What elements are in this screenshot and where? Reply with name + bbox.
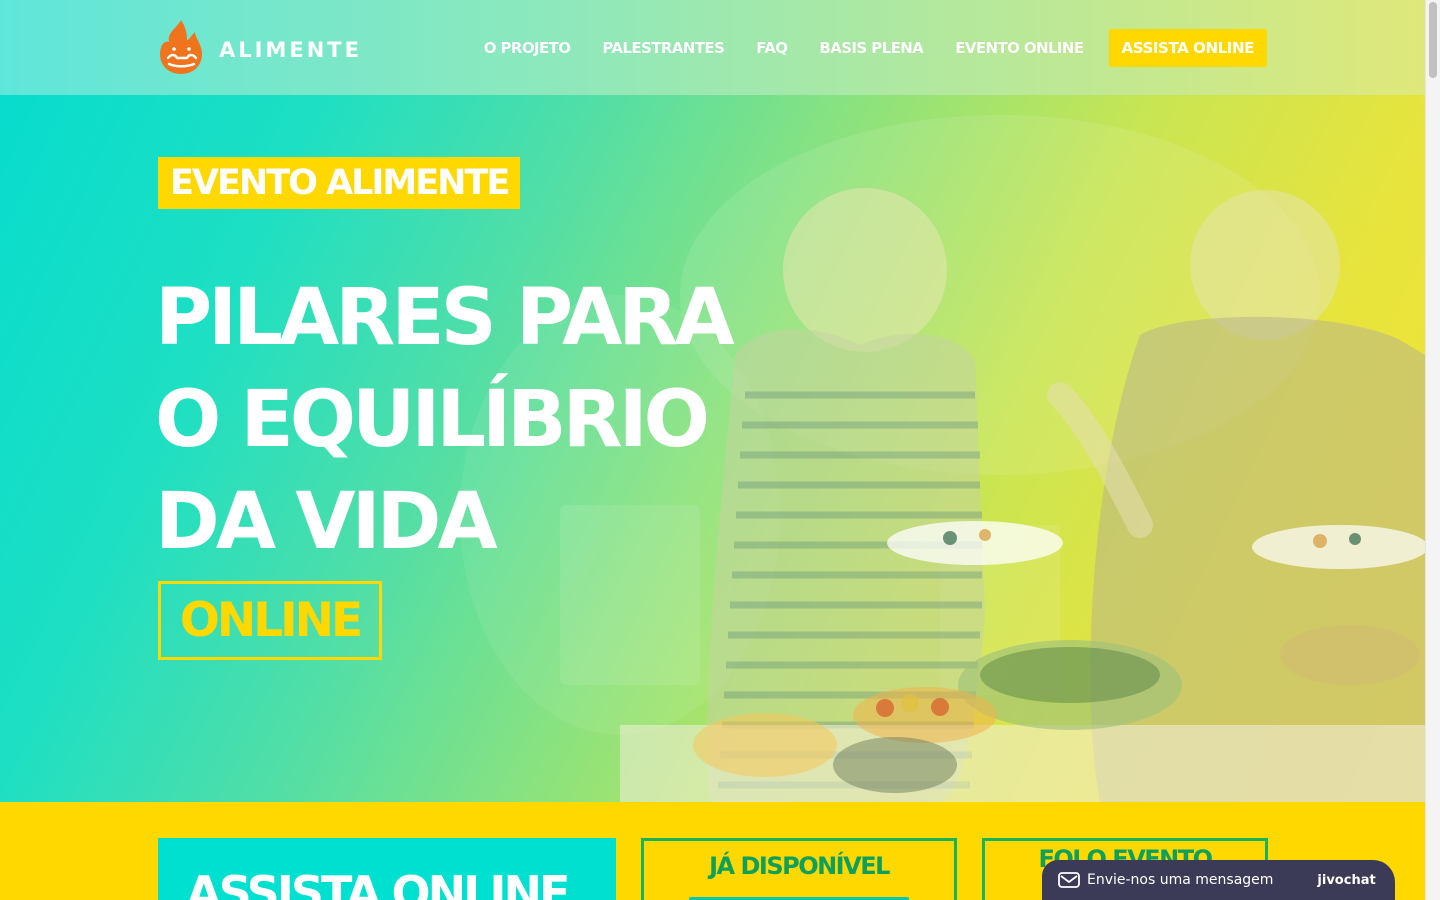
available-card-title: JÁ DISPONÍVEL bbox=[709, 852, 890, 880]
hero-title-line-1: PILARES PARA bbox=[155, 273, 735, 363]
flame-logo-icon bbox=[160, 20, 202, 74]
chat-widget[interactable]: Envie-nos uma mensagem jivochat bbox=[1042, 860, 1395, 900]
scrollbar[interactable] bbox=[1425, 0, 1440, 900]
nav-item-basis-plena[interactable]: BASIS PLENA bbox=[819, 39, 923, 57]
watch-online-card-title: ASSISTA ONLINE bbox=[186, 866, 570, 900]
site-header: ALIMENTE O PROJETO PALESTRANTES FAQ BASI… bbox=[0, 0, 1425, 95]
page: ALIMENTE O PROJETO PALESTRANTES FAQ BASI… bbox=[0, 0, 1425, 900]
hero-title-line-3: DA VIDA bbox=[155, 477, 498, 567]
assista-online-button[interactable]: ASSISTA ONLINE bbox=[1108, 29, 1267, 67]
envelope-icon bbox=[1058, 872, 1080, 888]
logo-text: ALIMENTE bbox=[219, 38, 362, 62]
main-nav: O PROJETO PALESTRANTES FAQ BASIS PLENA E… bbox=[452, 29, 1267, 67]
chat-brand: jivochat bbox=[1317, 872, 1376, 888]
online-badge: ONLINE bbox=[158, 581, 382, 660]
scrollbar-thumb[interactable] bbox=[1429, 2, 1437, 78]
chat-message: Envie-nos uma mensagem bbox=[1087, 872, 1274, 888]
available-card: JÁ DISPONÍVEL bbox=[641, 838, 957, 900]
nav-item-palestrantes[interactable]: PALESTRANTES bbox=[602, 39, 724, 57]
hero-title-line-2: O EQUILÍBRIO bbox=[155, 375, 710, 465]
nav-item-faq[interactable]: FAQ bbox=[756, 39, 788, 57]
hero-title: PILARES PARA O EQUILÍBRIO DA VIDA bbox=[155, 267, 775, 573]
hero-section: EVENTO ALIMENTE PILARES PARA O EQUILÍBRI… bbox=[0, 95, 1425, 802]
nav-item-o-projeto[interactable]: O PROJETO bbox=[484, 39, 571, 57]
logo[interactable]: ALIMENTE bbox=[157, 18, 362, 76]
event-badge: EVENTO ALIMENTE bbox=[158, 157, 521, 209]
nav-item-evento-online[interactable]: EVENTO ONLINE bbox=[955, 39, 1084, 57]
watch-online-card[interactable]: ASSISTA ONLINE bbox=[158, 838, 616, 900]
